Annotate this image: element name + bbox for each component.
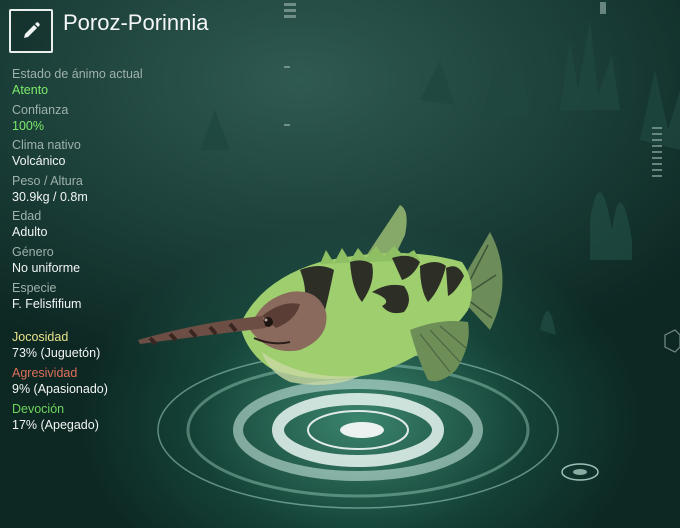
trait-value: 9% (Apasionado)	[12, 381, 108, 396]
trait-value: 17% (Apegado)	[12, 417, 99, 432]
stat-label: Clima nativo	[12, 138, 81, 153]
trait-playfulness: Jocosidad 73% (Juguetón)	[12, 330, 212, 366]
stat-value: Atento	[12, 83, 49, 97]
stat-weight-height: Peso / Altura 30.9kg / 0.8m	[12, 174, 202, 210]
trait-label: Agresividad	[12, 365, 78, 380]
stat-trust: Confianza 100%	[12, 103, 202, 139]
stat-age: Edad Adulto	[12, 209, 202, 245]
trait-aggression: Agresividad 9% (Apasionado)	[12, 366, 212, 402]
hex-marker	[664, 329, 680, 353]
stat-value: 100%	[12, 118, 44, 133]
stat-label: Peso / Altura	[12, 173, 83, 188]
stat-value: Adulto	[12, 225, 48, 240]
creature-stats: Estado de ánimo actual Atento Confianza …	[12, 67, 202, 316]
pedestal-rings	[157, 351, 599, 509]
stat-species: Especie F. Felisfifium	[12, 281, 202, 317]
game-scene: Poroz-Porinnia Estado de ánimo actual At…	[0, 0, 680, 528]
stat-climate: Clima nativo Volcánico	[12, 138, 202, 174]
trait-label: Devoción	[12, 401, 65, 416]
stat-label: Estado de ánimo actual	[12, 67, 143, 81]
stat-label: Género	[12, 244, 54, 259]
stat-mood: Estado de ánimo actual Atento	[12, 67, 202, 103]
stat-label: Edad	[12, 209, 42, 224]
stat-label: Confianza	[12, 102, 69, 117]
pencil-icon	[24, 22, 40, 38]
stat-value: No uniforme	[12, 260, 81, 275]
trait-label: Jocosidad	[12, 330, 69, 344]
background-plants	[200, 20, 680, 150]
personality-traits: Jocosidad 73% (Juguetón) Agresividad 9% …	[12, 330, 212, 437]
trait-value: 73% (Juguetón)	[12, 346, 101, 360]
trait-devotion: Devoción 17% (Apegado)	[12, 402, 212, 438]
stat-value: F. Felisfifium	[12, 296, 82, 311]
stat-gender: Género No uniforme	[12, 245, 202, 281]
stat-value: Volcánico	[12, 154, 66, 169]
stat-label: Especie	[12, 280, 57, 295]
edit-name-button[interactable]	[9, 9, 53, 53]
creature-name: Poroz-Porinnia	[63, 10, 209, 35]
stat-value: 30.9kg / 0.8m	[12, 189, 88, 204]
